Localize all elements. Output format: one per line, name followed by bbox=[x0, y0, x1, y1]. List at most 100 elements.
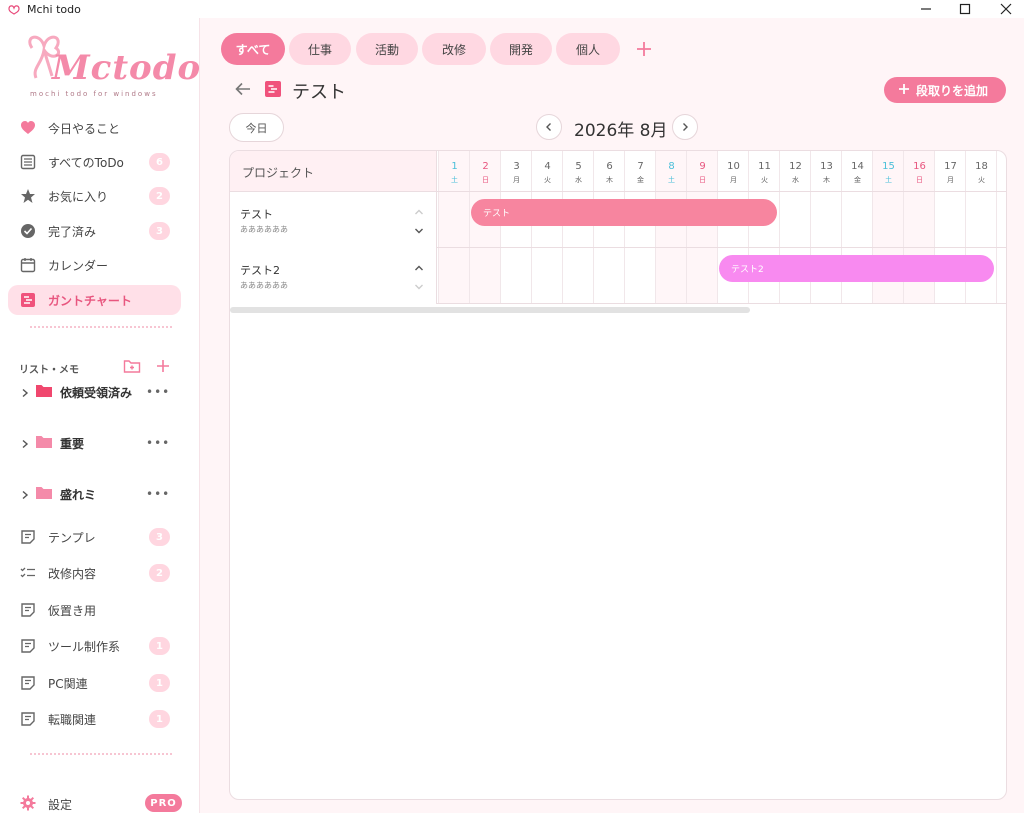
list-item-template[interactable]: テンプレ 3 bbox=[8, 522, 181, 552]
list-item-tools[interactable]: ツール制作系 1 bbox=[8, 631, 181, 661]
add-tab-icon[interactable] bbox=[633, 38, 655, 60]
add-step-button[interactable]: 段取りを追加 bbox=[884, 77, 1006, 103]
day-weekday: 木 bbox=[823, 176, 830, 184]
gantt-icon bbox=[20, 292, 36, 308]
day-number: 6 bbox=[606, 161, 613, 172]
folder-label: 依頼受領済み bbox=[60, 385, 133, 400]
day-column: 3月 bbox=[500, 151, 531, 304]
tab-personal[interactable]: 個人 bbox=[556, 33, 620, 65]
app-logo-icon bbox=[7, 3, 21, 15]
prev-month-button[interactable] bbox=[536, 114, 562, 140]
list-label: 仮置き用 bbox=[48, 603, 97, 618]
nav-calendar[interactable]: カレンダー bbox=[8, 250, 181, 280]
day-weekday: 水 bbox=[792, 176, 799, 184]
list-item-changes[interactable]: 改修内容 2 bbox=[8, 558, 181, 588]
move-down-icon[interactable] bbox=[414, 276, 424, 295]
next-month-button[interactable] bbox=[672, 114, 698, 140]
day-number: 4 bbox=[544, 161, 551, 172]
nav-gantt-label: ガントチャート bbox=[48, 293, 132, 308]
tab-development[interactable]: 開発 bbox=[490, 33, 552, 65]
count-badge: 2 bbox=[149, 564, 170, 582]
chevron-left-icon bbox=[546, 123, 551, 131]
day-number: 1 bbox=[451, 161, 458, 172]
list-item-temp[interactable]: 仮置き用 bbox=[8, 595, 181, 625]
day-column: 2日 bbox=[469, 151, 500, 304]
move-up-icon[interactable] bbox=[414, 257, 424, 276]
gantt-task-bar[interactable]: テスト2 bbox=[719, 255, 994, 282]
day-weekday: 月 bbox=[730, 176, 737, 184]
chevron-right-icon[interactable] bbox=[20, 485, 30, 504]
day-column: 8土 bbox=[655, 151, 686, 304]
count-badge: 3 bbox=[149, 528, 170, 546]
chevron-right-icon[interactable] bbox=[20, 383, 30, 402]
new-folder-icon[interactable] bbox=[123, 358, 141, 378]
back-arrow-icon[interactable] bbox=[234, 80, 252, 102]
day-number: 7 bbox=[637, 161, 644, 172]
day-number: 15 bbox=[882, 161, 895, 172]
tab-activity[interactable]: 活動 bbox=[356, 33, 418, 65]
add-step-label: 段取りを追加 bbox=[916, 83, 989, 98]
folder-item[interactable]: 依頼受領済み ••• bbox=[8, 377, 181, 407]
project-description: ああああああ bbox=[240, 225, 288, 234]
day-weekday: 日 bbox=[482, 176, 489, 184]
gantt-task-bar[interactable]: テスト bbox=[471, 199, 777, 226]
list-item-pc[interactable]: PC関連 1 bbox=[8, 668, 181, 698]
list-label: PC関連 bbox=[48, 676, 88, 691]
project-row[interactable]: テスト ああああああ bbox=[230, 192, 437, 248]
horizontal-scrollbar[interactable] bbox=[230, 307, 750, 313]
day-weekday: 土 bbox=[451, 176, 458, 184]
tab-work[interactable]: 仕事 bbox=[289, 33, 351, 65]
more-options-icon[interactable]: ••• bbox=[146, 487, 170, 501]
nav-today[interactable]: 今日やること bbox=[8, 113, 181, 143]
chevron-right-icon[interactable] bbox=[20, 434, 30, 453]
folder-item[interactable]: 盛れミ ••• bbox=[8, 479, 181, 509]
day-number: 13 bbox=[820, 161, 833, 172]
count-badge: 1 bbox=[149, 674, 170, 692]
settings-item[interactable]: 設定 PRO bbox=[8, 788, 182, 813]
day-column: 1土 bbox=[438, 151, 469, 304]
note-icon bbox=[20, 675, 36, 691]
day-number: 11 bbox=[758, 161, 771, 172]
title-bar: Mchi todo bbox=[0, 0, 1024, 18]
day-column: 4火 bbox=[531, 151, 562, 304]
close-button[interactable] bbox=[988, 0, 1024, 18]
list-label: 転職関連 bbox=[48, 712, 97, 727]
project-row[interactable]: テスト2 ああああああ bbox=[230, 248, 437, 304]
more-options-icon[interactable]: ••• bbox=[146, 385, 170, 399]
checklist-icon bbox=[20, 565, 36, 581]
day-weekday: 火 bbox=[978, 176, 985, 184]
folder-icon bbox=[35, 383, 53, 402]
divider bbox=[30, 326, 172, 328]
folder-label: 重要 bbox=[60, 436, 85, 451]
nav-completed[interactable]: 完了済み 3 bbox=[8, 216, 181, 246]
nav-all-todo[interactable]: すべてのToDo 6 bbox=[8, 147, 181, 177]
day-weekday: 月 bbox=[513, 176, 520, 184]
day-number: 14 bbox=[851, 161, 864, 172]
tab-renovation[interactable]: 改修 bbox=[422, 33, 486, 65]
day-column: 6木 bbox=[593, 151, 624, 304]
folder-item[interactable]: 重要 ••• bbox=[8, 428, 181, 458]
minimize-button[interactable] bbox=[908, 0, 944, 18]
nav-gantt-chart[interactable]: ガントチャート bbox=[8, 285, 181, 315]
list-item-career[interactable]: 転職関連 1 bbox=[8, 704, 181, 734]
project-name: テスト2 bbox=[240, 264, 280, 277]
page-title: テスト bbox=[292, 82, 346, 103]
move-up-icon[interactable] bbox=[414, 201, 424, 220]
maximize-button[interactable] bbox=[947, 0, 983, 18]
day-number: 5 bbox=[575, 161, 582, 172]
add-list-icon[interactable] bbox=[155, 358, 171, 378]
heart-icon bbox=[20, 120, 36, 136]
today-button[interactable]: 今日 bbox=[229, 113, 284, 142]
move-down-icon[interactable] bbox=[414, 220, 424, 239]
more-options-icon[interactable]: ••• bbox=[146, 436, 170, 450]
nav-completed-label: 完了済み bbox=[48, 224, 97, 239]
folder-icon bbox=[35, 434, 53, 453]
nav-favorites[interactable]: お気に入り 2 bbox=[8, 181, 181, 211]
tab-all[interactable]: すべて bbox=[221, 33, 285, 65]
day-weekday: 月 bbox=[947, 176, 954, 184]
day-column: 19 水 bbox=[996, 151, 1006, 304]
nav-all-todo-label: すべてのToDo bbox=[48, 155, 124, 170]
day-number: 17 bbox=[944, 161, 957, 172]
pro-badge[interactable]: PRO bbox=[145, 794, 182, 812]
plus-icon bbox=[898, 83, 910, 98]
